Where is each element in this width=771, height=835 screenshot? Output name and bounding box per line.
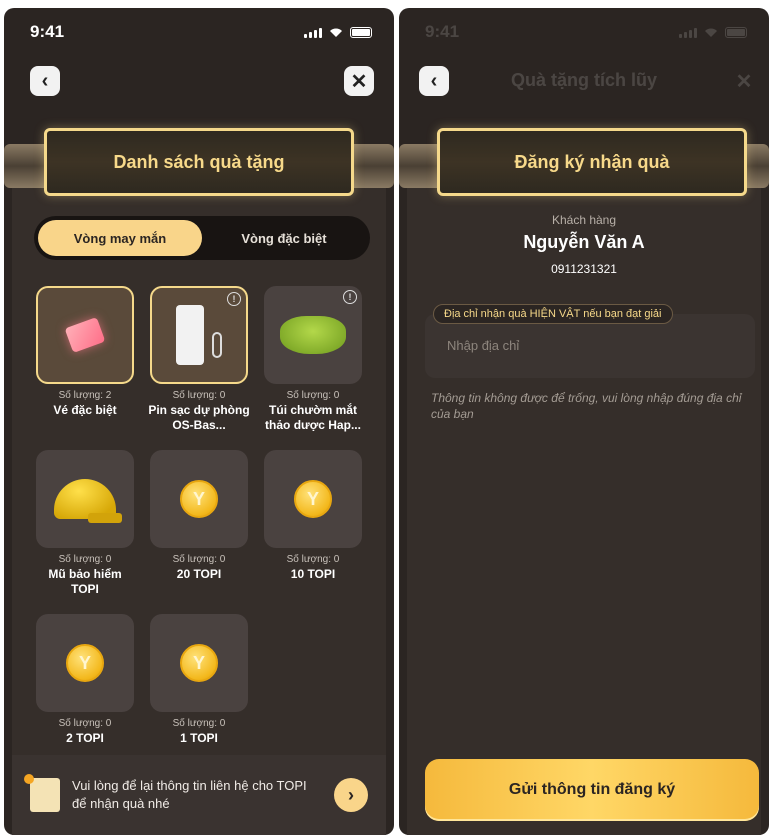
customer-phone: 0911231321 (551, 262, 617, 276)
helmet-icon (54, 479, 122, 523)
status-icons (679, 26, 747, 38)
gift-tile[interactable]: Y (150, 614, 248, 712)
gift-quantity: Số lượng: 0 (286, 390, 340, 401)
gift-name: Túi chườm mắt thảo dược Hap... (265, 403, 361, 432)
gift-tile[interactable]: Y (36, 614, 134, 712)
content-panel (407, 156, 761, 835)
gift-item[interactable]: Y Số lượng: 0 1 TOPI (150, 614, 248, 778)
info-icon[interactable]: ! (343, 290, 357, 304)
gift-name: Vé đặc biệt (53, 403, 117, 417)
register-gift-screen: 9:41 Quà tặng tích lũy ✕ ‹ Đăng ký nhận … (399, 8, 769, 835)
address-placeholder[interactable]: Nhập địa chỉ (447, 338, 519, 353)
gift-tile[interactable]: ! (264, 286, 362, 384)
gift-tile[interactable]: ! (150, 286, 248, 384)
footer-text: Vui lòng để lại thông tin liên hệ cho TO… (72, 778, 307, 811)
back-button[interactable]: ‹ (419, 66, 449, 96)
gift-quantity: Số lượng: 2 (58, 390, 112, 401)
gift-name: Mũ bảo hiểm TOPI (48, 567, 122, 596)
gift-item[interactable]: ! Số lượng: 0 Pin sạc dự phòng OS-Bas... (148, 286, 250, 450)
note-icon (24, 774, 60, 812)
tab-lucky-round[interactable]: Vòng may mắn (38, 220, 202, 256)
banner-title: Danh sách quà tặng (44, 128, 354, 196)
wifi-icon (330, 28, 342, 37)
customer-label: Khách hàng (551, 213, 617, 227)
close-icon: ✕ (350, 70, 368, 93)
close-button[interactable]: ✕ (729, 66, 759, 96)
address-label: Địa chỉ nhận quà HIỆN VẬT nếu bạn đạt gi… (433, 304, 673, 324)
battery-icon (350, 27, 372, 38)
status-time: 9:41 (30, 22, 65, 41)
gift-tile[interactable]: Y (150, 450, 248, 548)
gift-name: 2 TOPI (66, 731, 104, 745)
validation-hint: Thông tin không được để trống, vui lòng … (431, 391, 742, 421)
contact-footer[interactable]: Vui lòng để lại thông tin liên hệ cho TO… (12, 755, 386, 835)
gift-item[interactable]: Số lượng: 2 Vé đặc biệt (36, 286, 134, 450)
gift-item[interactable]: ! Số lượng: 0 Túi chườm mắt thảo dược Ha… (264, 286, 362, 450)
gift-name: 1 TOPI (180, 731, 218, 745)
tab-special-round[interactable]: Vòng đặc biệt (202, 220, 366, 256)
gift-quantity: Số lượng: 0 (286, 554, 340, 565)
powerbank-icon (176, 305, 204, 365)
close-icon: ✕ (735, 70, 753, 93)
gift-tile[interactable] (36, 450, 134, 548)
status-icons (304, 26, 372, 38)
coin-icon: Y (294, 480, 332, 518)
cable-icon (212, 332, 222, 358)
gift-tile[interactable]: Y (264, 450, 362, 548)
gift-item[interactable]: Y Số lượng: 0 10 TOPI (264, 450, 362, 614)
back-button[interactable]: ‹ (30, 66, 60, 96)
chevron-left-icon: ‹ (41, 69, 49, 92)
gift-quantity: Số lượng: 0 (58, 554, 112, 565)
banner-title: Đăng ký nhận quà (437, 128, 747, 196)
gift-name: 20 TOPI (176, 567, 222, 581)
gift-quantity: Số lượng: 0 (172, 554, 226, 565)
chevron-left-icon: ‹ (430, 69, 438, 92)
close-button[interactable]: ✕ (344, 66, 374, 96)
info-icon[interactable]: ! (227, 292, 241, 306)
banner: Danh sách quà tặng (4, 128, 394, 204)
customer-name: Nguyễn Văn A (523, 232, 645, 252)
gift-quantity: Số lượng: 0 (58, 718, 112, 729)
gift-grid: Số lượng: 2 Vé đặc biệt ! Số lượng: 0 Pi… (36, 286, 376, 778)
battery-icon (725, 27, 747, 38)
gift-quantity: Số lượng: 0 (172, 390, 226, 401)
signal-icon (679, 28, 697, 38)
ticket-icon (64, 316, 106, 354)
next-button[interactable]: › (334, 778, 368, 812)
banner: Đăng ký nhận quà (399, 128, 769, 204)
gift-item[interactable]: Số lượng: 0 Mũ bảo hiểm TOPI (36, 450, 134, 614)
wifi-icon (705, 28, 717, 37)
coin-icon: Y (180, 644, 218, 682)
coin-icon: Y (180, 480, 218, 518)
gift-item[interactable]: Y Số lượng: 0 2 TOPI (36, 614, 134, 778)
signal-icon (304, 28, 322, 38)
submit-button[interactable]: Gửi thông tin đăng ký (425, 759, 759, 821)
coin-icon: Y (66, 644, 104, 682)
gift-list-screen: 9:41 ‹ ✕ Danh sách quà tặng Vòng may mắn… (4, 8, 394, 835)
gift-item[interactable]: Y Số lượng: 0 20 TOPI (150, 450, 248, 614)
gift-name: Pin sạc dự phòng OS-Bas... (148, 403, 250, 432)
gift-quantity: Số lượng: 0 (172, 718, 226, 729)
eye-mask-icon (280, 316, 346, 354)
chevron-right-icon: › (348, 784, 354, 805)
screen-title: Quà tặng tích lũy (510, 70, 657, 90)
gift-tile[interactable] (36, 286, 134, 384)
tab-bar: Vòng may mắn Vòng đặc biệt (34, 216, 370, 260)
status-time: 9:41 (425, 22, 460, 41)
gift-name: 10 TOPI (290, 567, 336, 581)
